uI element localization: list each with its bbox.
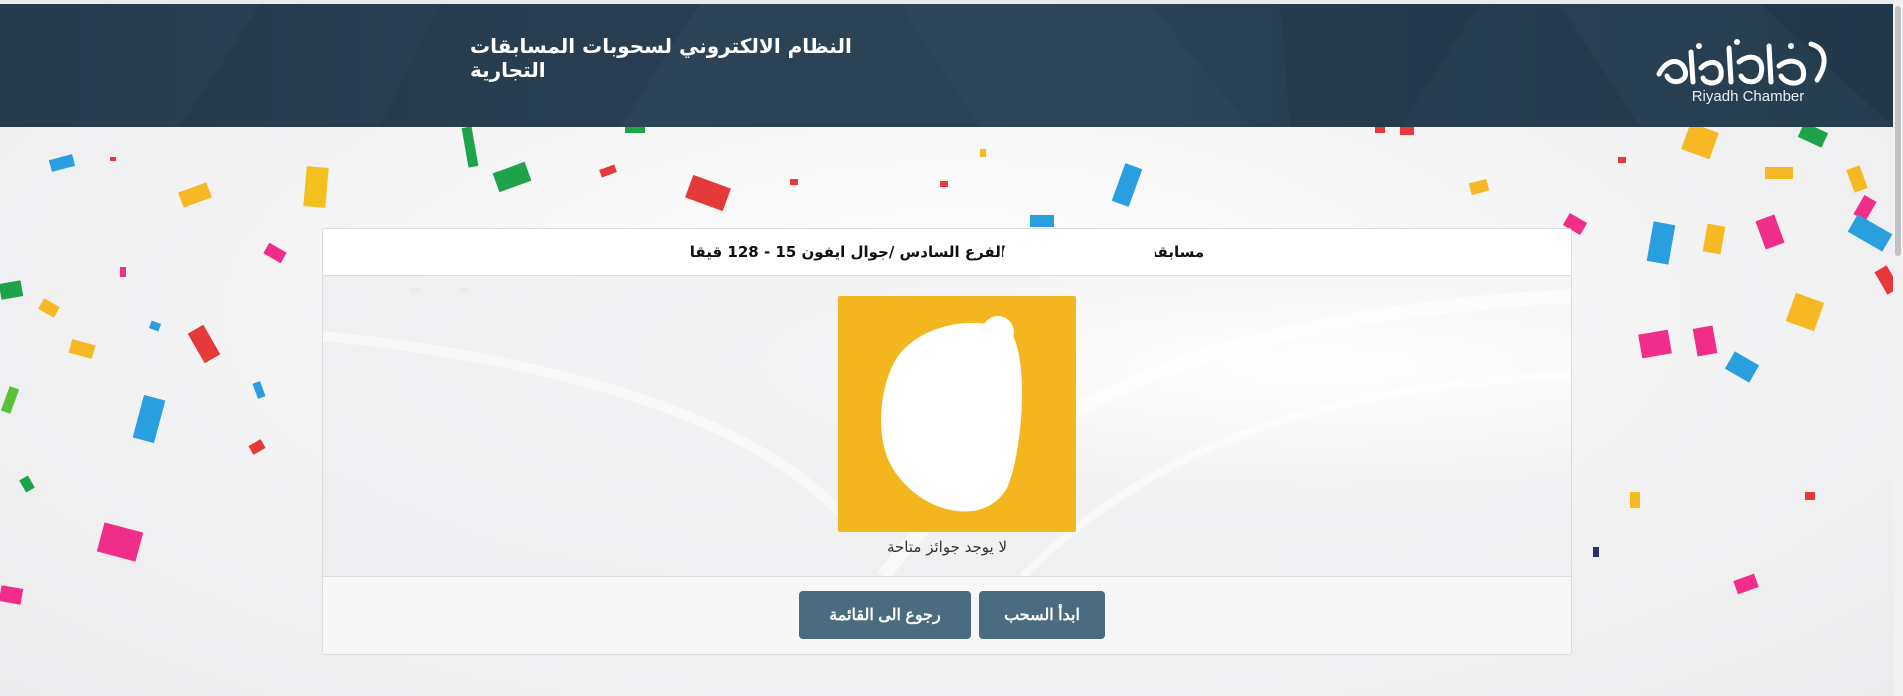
back-to-list-button[interactable]: رجوع الى القائمة [799,591,971,639]
system-title: النظام الالكتروني لسحوبات المسابقات التج… [470,34,852,82]
page: النظام الالكتروني لسحوبات المسابقات التج… [0,0,1903,696]
header-pattern [0,4,1893,127]
logo-subtitle: Riyadh Chamber [1691,88,1805,105]
card-header: مسابقة صيدلية ... / افتتاح الفرع السادس … [323,229,1571,276]
site-header: النظام الالكتروني لسحوبات المسابقات التج… [0,4,1893,127]
competition-card: مسابقة صيدلية ... / افتتاح الفرع السادس … [322,228,1572,655]
card-footer: ابدأ السحب رجوع الى القائمة [323,576,1571,654]
competition-title: مسابقة صيدلية ... / افتتاح الفرع السادس … [689,243,1205,261]
scrollbar-thumb[interactable] [1895,6,1901,256]
redaction-mark [1003,237,1155,271]
redacted-image-icon [881,316,1023,512]
prize-image [838,296,1076,532]
start-draw-button[interactable]: ابدأ السحب [979,591,1105,639]
no-prizes-text: لا يوجد جوائز متاحة [886,538,1007,556]
card-body: لا يوجد جوائز متاحة [323,276,1571,576]
